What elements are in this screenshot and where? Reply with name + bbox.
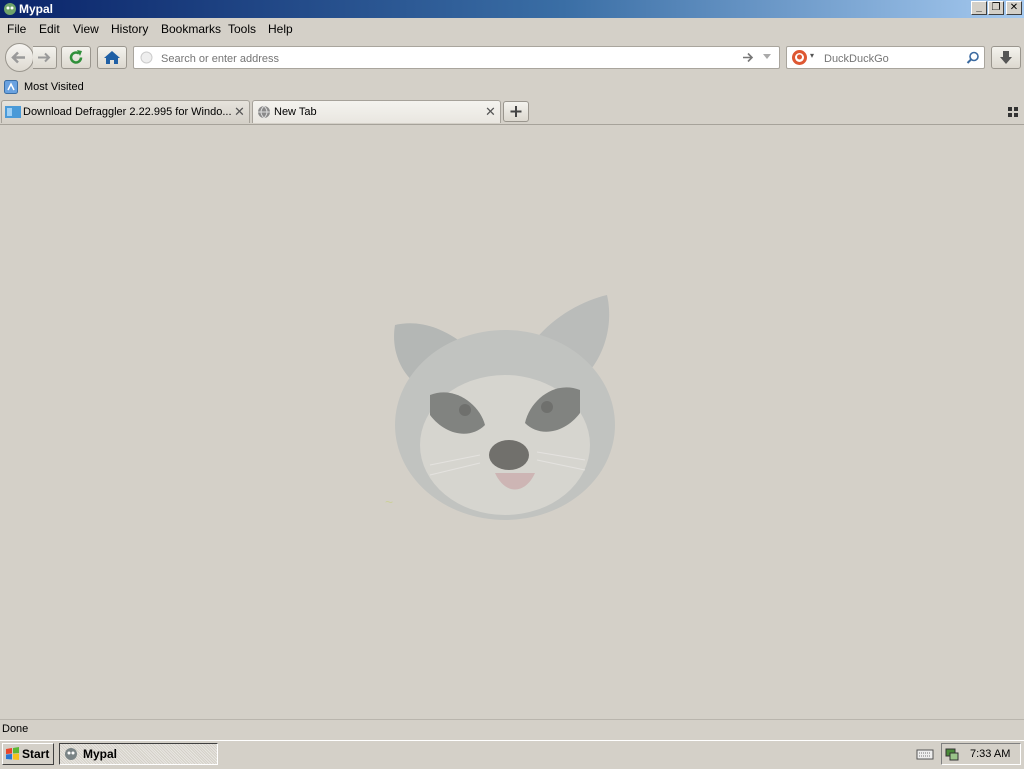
search-bar[interactable]: ▾ xyxy=(786,46,985,69)
forward-button[interactable] xyxy=(33,46,57,69)
close-icon[interactable]: ✕ xyxy=(234,104,245,120)
mascot-caption-icon: ~ xyxy=(385,494,393,510)
status-bar: Done xyxy=(0,719,1024,739)
raccoon-mascot: ~ xyxy=(385,295,615,520)
menu-help[interactable]: Help xyxy=(268,22,293,36)
tab-favicon xyxy=(5,106,21,118)
tab-label: New Tab xyxy=(274,106,317,118)
task-label: Mypal xyxy=(83,747,118,761)
windows-flag-icon xyxy=(6,747,19,760)
taskbar: Start Mypal 7:33 AM xyxy=(0,740,1024,769)
page-icon xyxy=(140,51,153,64)
reload-button[interactable] xyxy=(61,46,91,69)
tab-defraggler[interactable]: Download Defraggler 2.22.995 for Windo..… xyxy=(1,100,250,123)
close-window-button[interactable]: ✕ xyxy=(1006,1,1022,15)
back-button[interactable] xyxy=(5,43,34,72)
tab-label: Download Defraggler 2.22.995 for Windo..… xyxy=(23,106,231,118)
status-text: Done xyxy=(2,723,29,735)
home-button[interactable] xyxy=(97,46,127,69)
duckduckgo-icon[interactable] xyxy=(791,49,808,66)
close-icon[interactable]: ✕ xyxy=(485,104,496,120)
clock[interactable]: 7:33 AM xyxy=(970,748,1010,760)
taskbar-item-mypal[interactable]: Mypal xyxy=(59,743,218,765)
menu-bar: File Edit View History Bookmarks Tools H… xyxy=(0,19,1024,39)
most-visited-icon xyxy=(4,80,18,94)
download-icon xyxy=(1000,51,1012,64)
restore-button[interactable]: ❐ xyxy=(988,1,1004,15)
tab-strip: Download Defraggler 2.22.995 for Windo..… xyxy=(0,99,1024,125)
globe-icon xyxy=(258,105,270,119)
menu-tools[interactable]: Tools xyxy=(228,22,256,36)
most-visited-label: Most Visited xyxy=(24,81,84,93)
go-arrow-icon[interactable] xyxy=(741,51,755,64)
tab-new-tab[interactable]: New Tab ✕ xyxy=(252,100,501,123)
start-button[interactable]: Start xyxy=(2,743,54,765)
bookmarks-toolbar: Most Visited xyxy=(0,78,1024,98)
minimize-button[interactable]: _ xyxy=(971,1,987,15)
plus-icon xyxy=(510,106,522,117)
back-arrow-icon xyxy=(11,51,25,64)
menu-file[interactable]: File xyxy=(7,22,26,36)
menu-history[interactable]: History xyxy=(111,22,148,36)
network-icon[interactable] xyxy=(945,747,959,761)
address-input[interactable] xyxy=(159,50,723,67)
reload-icon xyxy=(69,50,83,64)
menu-edit[interactable]: Edit xyxy=(39,22,60,36)
new-tab-page: ~ xyxy=(0,125,1024,718)
title-bar[interactable]: Mypal _ ❐ ✕ xyxy=(0,0,1024,18)
search-icon[interactable] xyxy=(966,51,980,65)
keyboard-icon[interactable] xyxy=(916,747,934,761)
new-tab-button[interactable] xyxy=(503,101,529,122)
start-label: Start xyxy=(22,747,50,761)
downloads-button[interactable] xyxy=(991,46,1021,69)
search-input[interactable] xyxy=(822,50,966,67)
window-title: Mypal xyxy=(19,2,54,16)
dropdown-icon[interactable] xyxy=(762,53,772,61)
app-icon xyxy=(4,3,16,15)
system-tray: 7:33 AM xyxy=(941,743,1021,765)
home-icon xyxy=(104,51,120,64)
forward-arrow-icon xyxy=(38,52,51,63)
menu-view[interactable]: View xyxy=(73,22,99,36)
engine-dropdown-icon[interactable]: ▾ xyxy=(810,51,814,60)
grid-icon[interactable] xyxy=(1008,107,1018,117)
address-bar[interactable] xyxy=(133,46,780,69)
app-icon xyxy=(65,748,77,760)
menu-bookmarks[interactable]: Bookmarks xyxy=(161,22,221,36)
